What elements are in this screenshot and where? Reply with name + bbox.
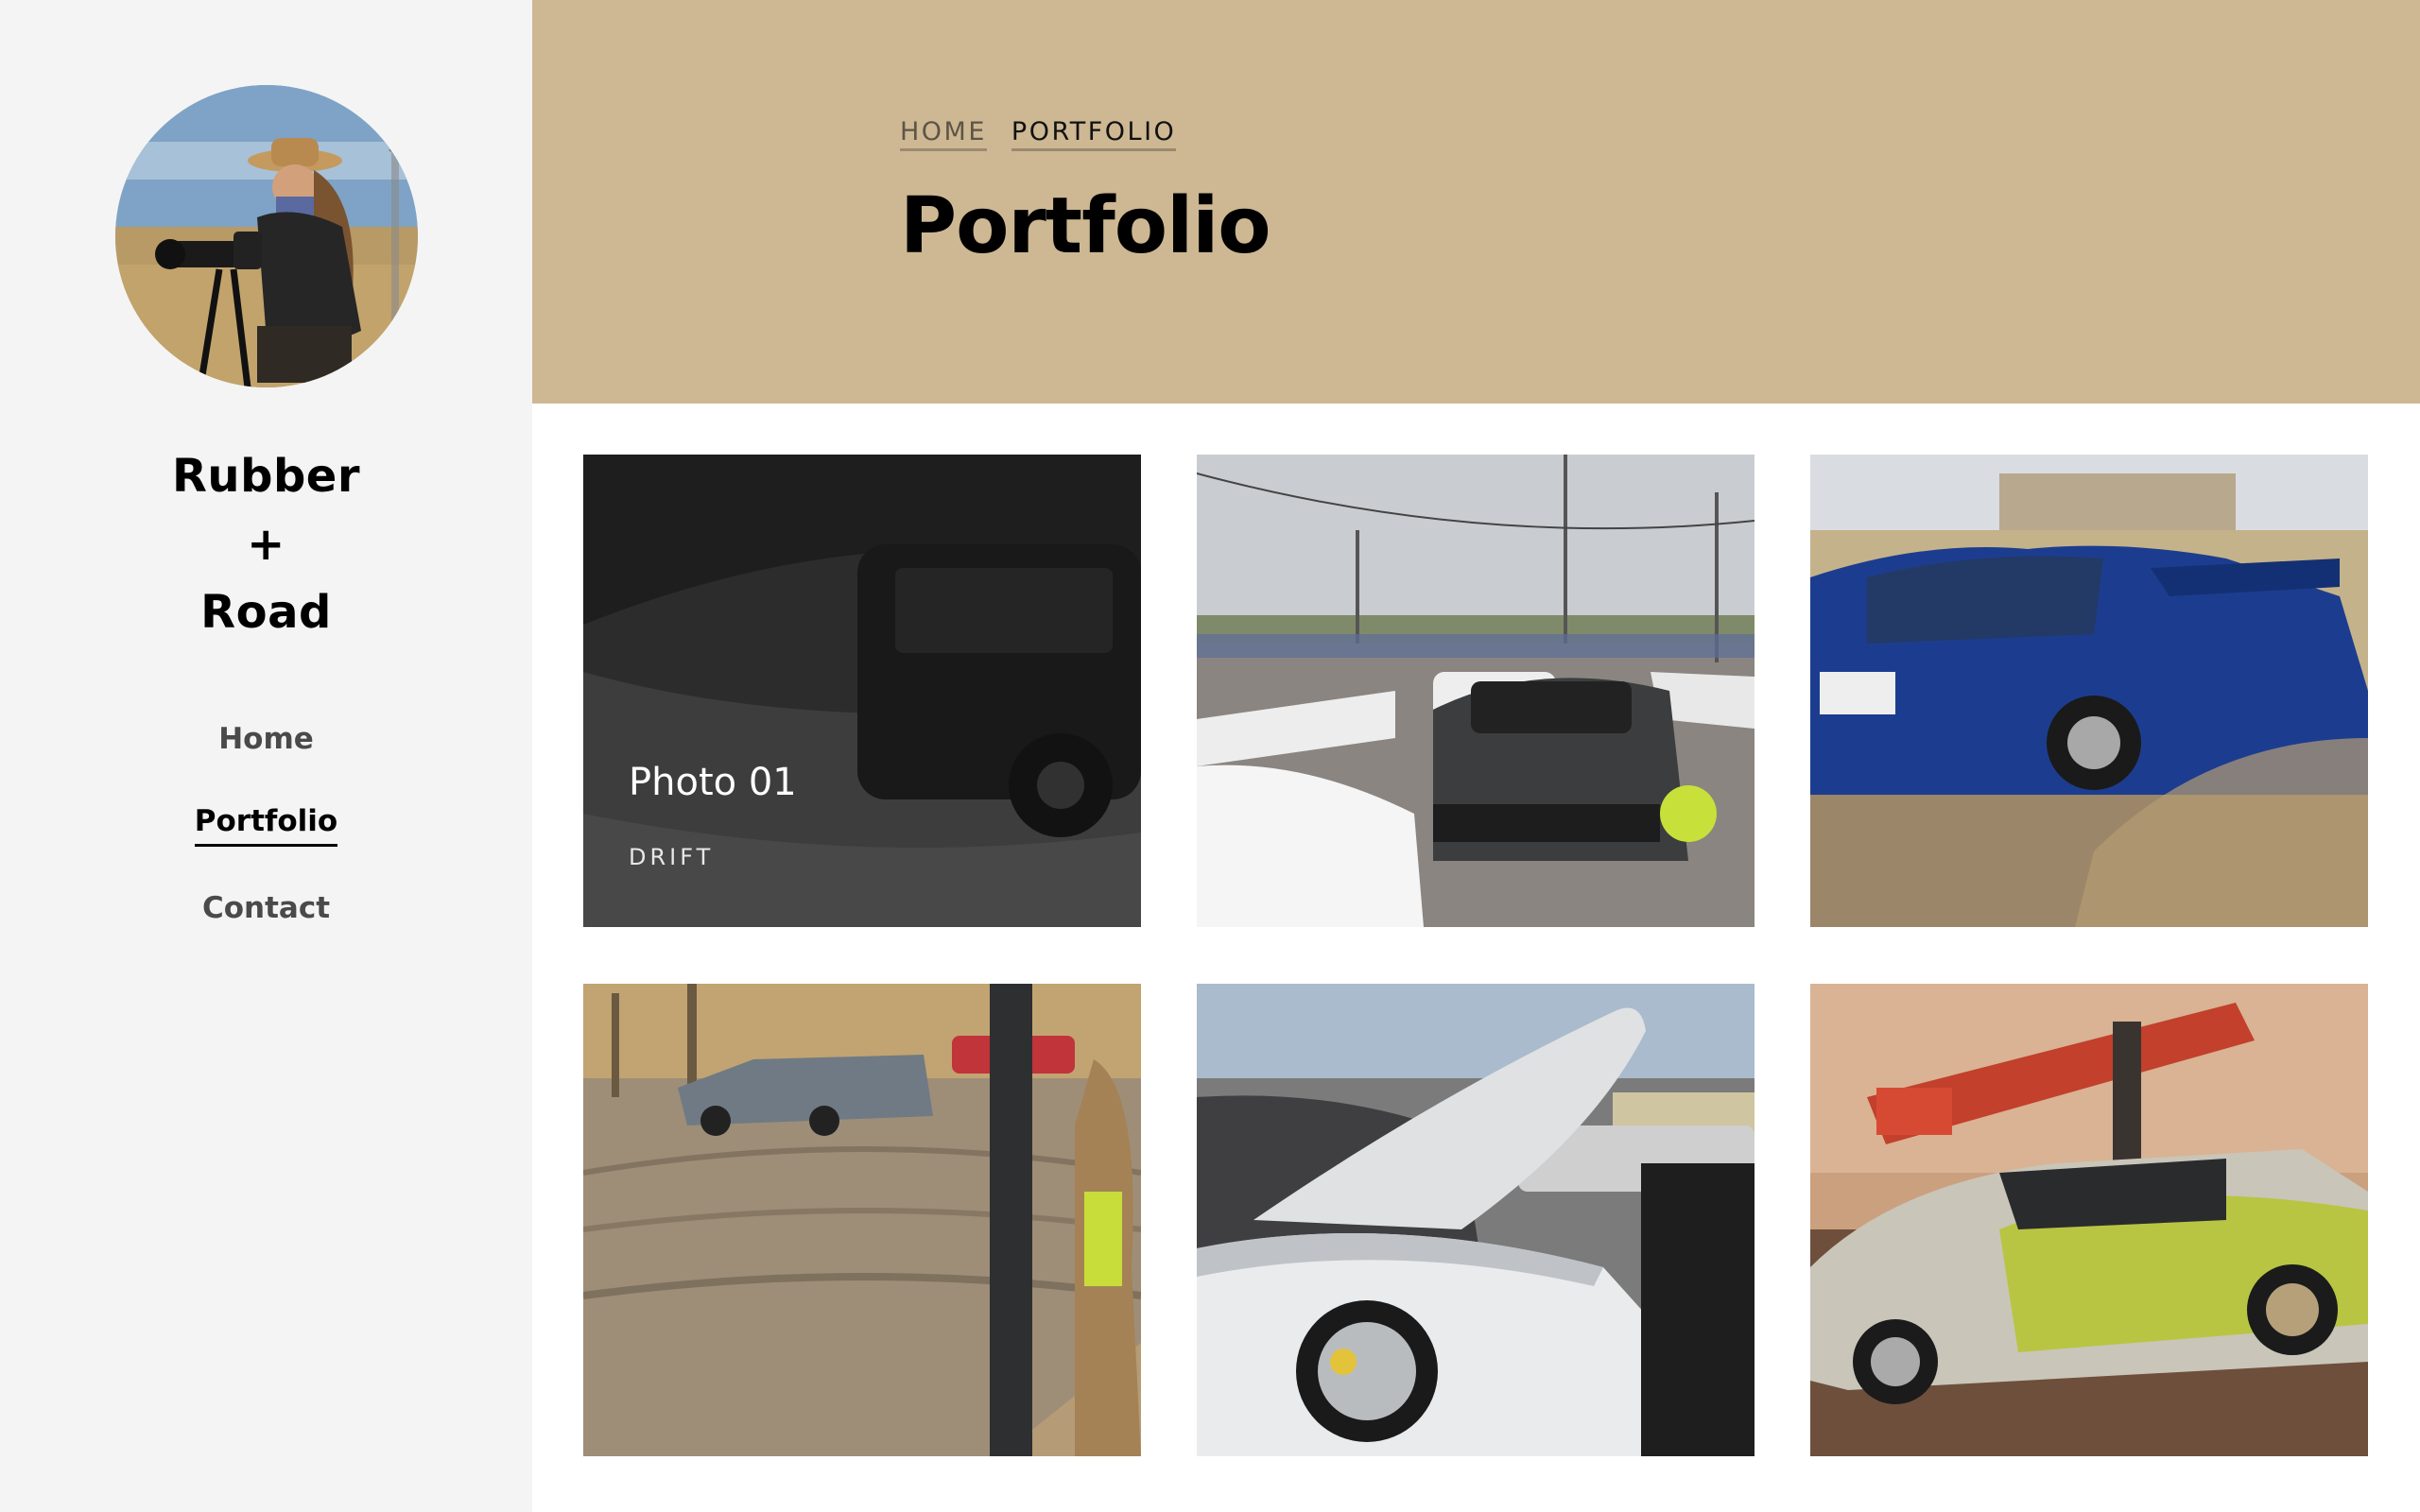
main-nav: Home Portfolio Contact (0, 718, 532, 970)
site-title[interactable]: Rubber + Road (0, 442, 532, 646)
portfolio-grid: Photo 01 DRIFT (583, 455, 2369, 1456)
avatar (115, 85, 418, 387)
blue-subaru-rally-photo (1810, 455, 2368, 927)
wagon-drifting-dirt-lot-photo (583, 984, 1141, 1456)
drift-event-paddock-photo (1197, 455, 1754, 927)
portfolio-item-1[interactable]: Photo 01 DRIFT (583, 455, 1141, 927)
site-title-line-3: Road (200, 586, 332, 639)
portfolio-item-6[interactable] (1810, 984, 2368, 1456)
breadcrumb-current: PORTFOLIO (1011, 117, 1177, 151)
page-title: Portfolio (900, 181, 1271, 271)
drift-doctor-livery-car-photo (1810, 984, 2368, 1456)
site-title-line-1: Rubber (171, 450, 361, 503)
portfolio-item-2[interactable] (1197, 455, 1754, 927)
portfolio-item-4[interactable] (583, 984, 1141, 1456)
page-header: HOME PORTFOLIO Portfolio (532, 0, 2420, 404)
white-car-hood-open-photo (1197, 984, 1754, 1456)
sidebar: Rubber + Road Home Portfolio Contact (0, 0, 532, 1512)
portfolio-item-5[interactable] (1197, 984, 1754, 1456)
tile-title: Photo 01 (629, 761, 797, 804)
breadcrumb-home-link[interactable]: HOME (900, 117, 987, 151)
nav-home-link[interactable]: Home (218, 718, 314, 760)
site-title-line-2: + (247, 518, 285, 571)
tile-category: DRIFT (629, 844, 715, 870)
nav-contact-link[interactable]: Contact (202, 887, 330, 929)
nav-portfolio-link[interactable]: Portfolio (194, 800, 338, 847)
photographer-portrait-image (115, 85, 418, 387)
breadcrumb: HOME PORTFOLIO (900, 117, 1177, 151)
portfolio-item-3[interactable] (1810, 455, 2368, 927)
